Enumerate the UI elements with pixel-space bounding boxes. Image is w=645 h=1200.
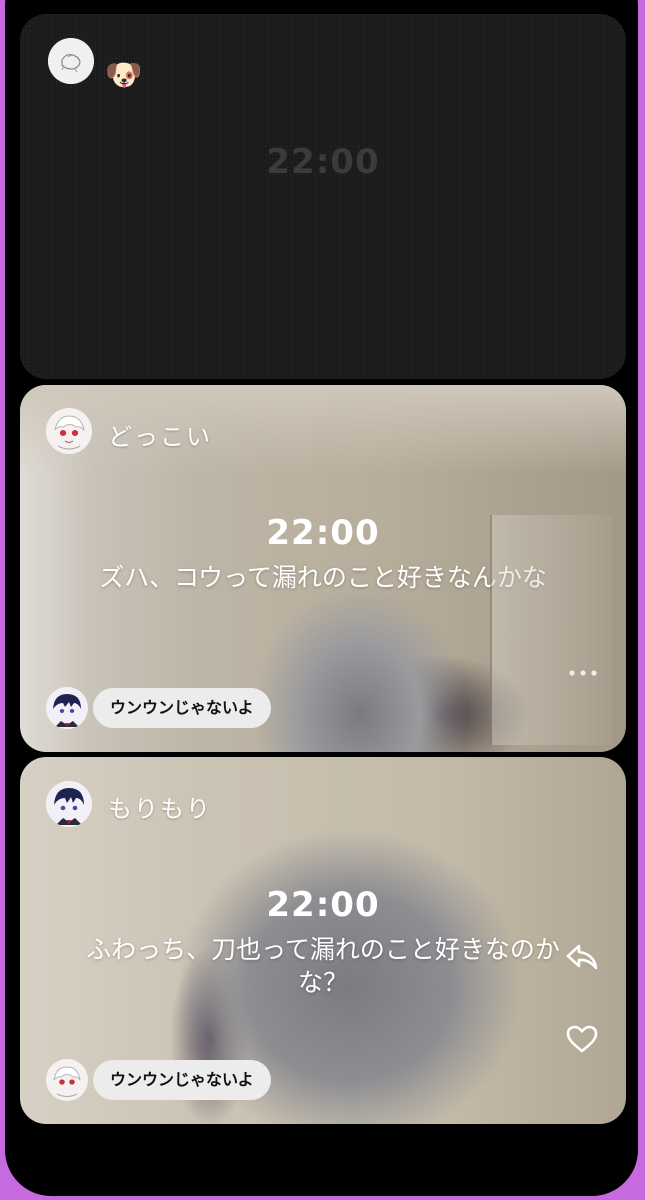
reply-bubble[interactable]: ウンウンじゃないよ (93, 688, 271, 728)
username[interactable]: もりもり (108, 789, 212, 824)
character-avatar-icon (46, 408, 92, 454)
post-time: 22:00 (266, 885, 380, 925)
post-time: 22:00 (266, 142, 380, 182)
reply-avatar[interactable] (46, 687, 88, 729)
heart-icon[interactable] (566, 1024, 598, 1054)
reply-bubble[interactable]: ウンウンじゃないよ (93, 1060, 271, 1100)
post-card-2[interactable]: どっこい 22:00 ズハ、コウって漏れのこと好きなんかな ウンウンじゃないよ (20, 385, 626, 752)
character-avatar-icon (46, 687, 88, 729)
dog-emoji: 🐶 (105, 58, 143, 93)
reply-avatar[interactable] (46, 1059, 88, 1101)
phone-screen: 🐶 22:00 どっこい 22:00 ズハ、コウって漏れのこと好きなんかな ウン… (5, 0, 638, 1196)
reply-arrow-icon[interactable] (565, 942, 599, 972)
post-time: 22:00 (266, 513, 380, 553)
post-card-1[interactable]: 🐶 22:00 (20, 14, 626, 379)
user-avatar[interactable] (48, 38, 94, 84)
username[interactable]: どっこい (108, 417, 212, 452)
post-caption: ふわっち、刀也って漏れのこと好きなのかな？ (86, 935, 560, 997)
character-avatar-icon (46, 781, 92, 827)
character-avatar-icon (46, 1059, 88, 1101)
post-card-3[interactable]: もりもり 22:00 ふわっち、刀也って漏れのこと好きなのかな？ ウンウンじゃな… (20, 757, 626, 1124)
user-avatar[interactable] (46, 408, 92, 454)
more-icon[interactable] (566, 665, 600, 681)
sketch-avatar-icon (48, 38, 94, 84)
user-avatar[interactable] (46, 781, 92, 827)
post-caption: ズハ、コウって漏れのこと好きなんかな (99, 563, 547, 592)
